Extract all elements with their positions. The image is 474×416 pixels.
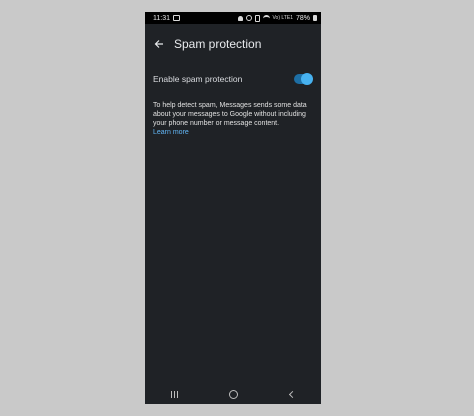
- battery-percent: 78%: [295, 14, 310, 22]
- navigation-bar: [145, 384, 321, 404]
- wifi-icon: [262, 14, 270, 22]
- back-arrow-icon[interactable]: [152, 37, 166, 51]
- home-icon[interactable]: [229, 389, 239, 399]
- status-bar-right: Vo) LTE1 78%: [237, 14, 317, 22]
- app-bar: Spam protection: [145, 32, 321, 56]
- gallery-icon: [173, 15, 180, 21]
- spam-protection-toggle[interactable]: [294, 73, 313, 85]
- signal-indicator: Vo) LTE1: [272, 15, 293, 21]
- description-block: To help detect spam, Messages sends some…: [153, 101, 315, 137]
- status-bar-left: 11:31: [153, 15, 180, 22]
- recents-icon[interactable]: [170, 390, 178, 398]
- battery-icon: [313, 15, 317, 21]
- learn-more-link[interactable]: Learn more: [153, 128, 315, 137]
- status-bar: 11:31 Vo) LTE1 78%: [145, 12, 321, 24]
- bell-icon: [237, 15, 243, 21]
- setting-label: Enable spam protection: [153, 74, 243, 84]
- enable-spam-protection-row[interactable]: Enable spam protection: [145, 69, 321, 89]
- vibrate-icon: [254, 14, 260, 22]
- status-time: 11:31: [153, 14, 170, 22]
- alarm-icon: [245, 15, 252, 21]
- description-text: To help detect spam, Messages sends some…: [153, 102, 307, 127]
- page-title: Spam protection: [174, 37, 262, 51]
- toggle-thumb: [301, 73, 313, 85]
- back-icon[interactable]: [289, 390, 297, 398]
- phone-screen: 11:31 Vo) LTE1 78% Spam protection Enabl…: [145, 12, 321, 404]
